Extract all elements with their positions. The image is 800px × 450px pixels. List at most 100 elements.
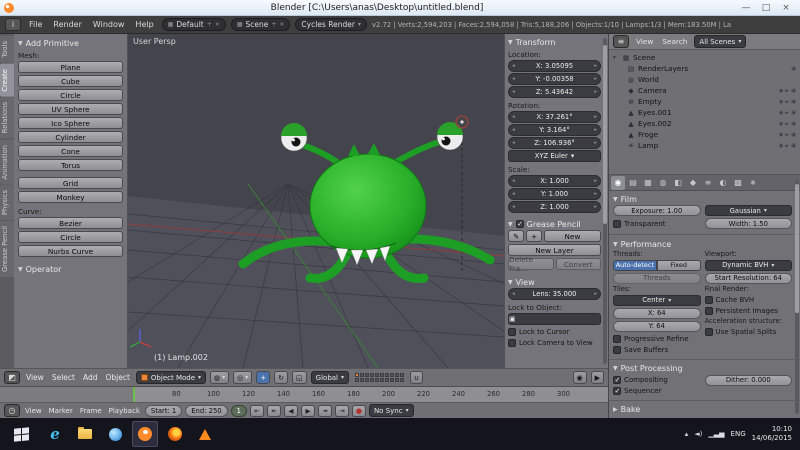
tab-modifiers[interactable]: ≡ <box>701 176 715 190</box>
increment-icon[interactable]: ▸ <box>594 204 597 210</box>
prev-keyframe-button[interactable]: ↞ <box>267 405 281 417</box>
speaker-icon[interactable]: ◄) <box>694 430 702 438</box>
editor-type-3dview-icon[interactable]: ◩ <box>4 371 20 384</box>
add-layout-icon[interactable]: + <box>207 21 212 28</box>
jump-to-end-button[interactable]: ⇥ <box>335 405 349 417</box>
editor-type-outliner-icon[interactable]: ≡ <box>613 35 629 48</box>
sync-mode-select[interactable]: No Sync ▾ <box>369 404 414 417</box>
snap-magnet-button[interactable]: ∪ <box>410 371 423 384</box>
firefox-icon[interactable] <box>162 421 188 447</box>
add-bezier-button[interactable]: Bezier <box>18 217 123 229</box>
render-visibility-icon[interactable]: ▣ <box>791 99 796 105</box>
outliner-row-camera[interactable]: ◆ Camera ◉►▣ <box>613 85 796 96</box>
close-button[interactable]: × <box>776 3 796 13</box>
add-cube-button[interactable]: Cube <box>18 75 123 87</box>
tab-tools[interactable]: Tools <box>0 36 14 63</box>
add-curve-circle-button[interactable]: Circle <box>18 231 123 243</box>
compositing-checkbox[interactable]: Compositing <box>613 375 701 386</box>
sequencer-checkbox[interactable]: Sequencer <box>613 386 701 397</box>
auto-detect-button[interactable]: Auto-detect <box>613 260 657 271</box>
selectability-icon[interactable]: ► <box>785 143 789 149</box>
tab-texture[interactable]: ∗ <box>746 176 760 190</box>
manipulator-translate-button[interactable]: + <box>256 371 270 384</box>
panel-header-performance[interactable]: ▼ Performance <box>613 238 792 250</box>
viewport-3d[interactable]: User Persp (1) Lamp.002 <box>128 34 504 368</box>
convert-button[interactable]: Convert <box>556 258 602 270</box>
delete-frame-button[interactable]: Delete Fra... <box>508 258 554 270</box>
visibility-eye-icon[interactable]: ◉ <box>779 121 783 127</box>
menu-render[interactable]: Render <box>50 19 84 30</box>
outliner-row-scene[interactable]: ▾ ▦ Scene <box>613 52 796 63</box>
add-monkey-button[interactable]: Monkey <box>18 191 123 203</box>
play-reverse-button[interactable]: ◀ <box>284 405 298 417</box>
selectability-icon[interactable]: ► <box>785 132 789 138</box>
grease-pencil-add-button[interactable]: + <box>526 230 542 242</box>
record-button[interactable]: ● <box>352 405 366 417</box>
selectability-icon[interactable]: ► <box>785 88 789 94</box>
tab-render[interactable]: ◉ <box>611 176 625 190</box>
media-player-icon[interactable] <box>102 421 128 447</box>
lock-camera-checkbox[interactable]: Lock Camera to View <box>508 337 601 348</box>
outliner-row-renderlayers[interactable]: ▤ RenderLayers ▣ <box>613 63 796 74</box>
scene-select[interactable]: ▦ Scene + × <box>231 18 291 31</box>
grease-pencil-checkbox[interactable] <box>516 220 524 228</box>
visibility-eye-icon[interactable]: ◉ <box>779 99 783 105</box>
cache-bvh-checkbox[interactable]: Cache BVH <box>705 295 793 306</box>
pivot-point-select[interactable]: ◎▾ <box>233 371 252 384</box>
viewport-bvh-select[interactable]: Dynamic BVH▾ <box>705 260 793 271</box>
viewport-canvas[interactable] <box>128 34 504 368</box>
editor-type-timeline-icon[interactable]: ◷ <box>4 404 20 417</box>
render-animation-button[interactable]: ▶ <box>591 371 604 384</box>
outliner-row-froge[interactable]: ▲ Froge ◉►▣ <box>613 129 796 140</box>
language-indicator[interactable]: ENG <box>731 430 746 438</box>
tab-grease-pencil[interactable]: Grease Pencil <box>0 221 14 277</box>
render-visibility-icon[interactable]: ▣ <box>791 110 796 116</box>
visibility-eye-icon[interactable]: ◉ <box>779 143 783 149</box>
fixed-button[interactable]: Fixed <box>657 260 701 271</box>
visibility-eye-icon[interactable]: ◉ <box>779 132 783 138</box>
outliner-row-world[interactable]: ◍ World <box>613 74 796 85</box>
tab-constraints[interactable]: ◆ <box>686 176 700 190</box>
visibility-eye-icon[interactable]: ◉ <box>779 110 783 116</box>
screen-layout-select[interactable]: ▦ Default + × <box>162 18 226 31</box>
outliner-menu-search[interactable]: Search <box>660 37 689 46</box>
view3d-menu-select[interactable]: Select <box>50 373 77 382</box>
minimize-button[interactable]: — <box>736 3 756 13</box>
panel-header-view[interactable]: ▼ View <box>508 276 601 288</box>
selectability-icon[interactable]: ► <box>785 121 789 127</box>
render-still-button[interactable]: ◉ <box>573 371 587 384</box>
panel-header-grease-pencil[interactable]: ▼ Grease Pencil <box>508 218 601 230</box>
progressive-refine-checkbox[interactable]: Progressive Refine <box>613 334 701 345</box>
dither-field[interactable]: Dither: 0.000 <box>705 375 793 386</box>
rotation-x-field[interactable]: ◂X: 37.261°▸ <box>508 111 601 123</box>
n-panel-scrollbar[interactable] <box>603 38 607 364</box>
tile-x-field[interactable]: X: 64 <box>613 308 701 319</box>
current-frame-field[interactable]: 1 <box>231 405 247 417</box>
jump-to-start-button[interactable]: ⇤ <box>250 405 264 417</box>
scale-y-field[interactable]: ◂Y: 1.000▸ <box>508 188 601 200</box>
location-z-field[interactable]: ◂Z: 5.43642▸ <box>508 86 601 98</box>
add-nurbs-curve-button[interactable]: Nurbs Curve <box>18 245 123 257</box>
panel-header-post-processing[interactable]: ▼ Post Processing <box>613 363 792 375</box>
menu-file[interactable]: File <box>26 19 45 30</box>
start-resolution-field[interactable]: Start Resolution: 64 <box>705 273 793 284</box>
location-x-field[interactable]: ◂X: 3.05095▸ <box>508 60 601 72</box>
grease-pencil-new-button[interactable]: New <box>544 230 601 242</box>
render-visibility-icon[interactable]: ▣ <box>791 143 796 149</box>
increment-icon[interactable]: ▸ <box>594 140 597 146</box>
panel-header-bake[interactable]: ▶ Bake <box>613 404 792 416</box>
outliner-row-eyes-002[interactable]: ▲ Eyes.002 ◉►▣ <box>613 118 796 129</box>
panel-header-transform[interactable]: ▼ Transform <box>508 36 601 48</box>
increment-icon[interactable]: ▸ <box>594 114 597 120</box>
view3d-menu-object[interactable]: Object <box>103 373 131 382</box>
tile-y-field[interactable]: Y: 64 <box>613 321 701 332</box>
render-engine-select[interactable]: Cycles Render ▾ <box>295 18 367 31</box>
render-icon[interactable]: ▣ <box>791 66 796 72</box>
tab-create[interactable]: Create <box>0 64 14 97</box>
tab-object[interactable]: ◧ <box>671 176 685 190</box>
tab-object-data[interactable]: ◐ <box>716 176 730 190</box>
increment-icon[interactable]: ▸ <box>594 89 597 95</box>
render-visibility-icon[interactable]: ▣ <box>791 121 796 127</box>
view3d-menu-view[interactable]: View <box>24 373 46 382</box>
timeline-menu-frame[interactable]: Frame <box>78 407 104 415</box>
